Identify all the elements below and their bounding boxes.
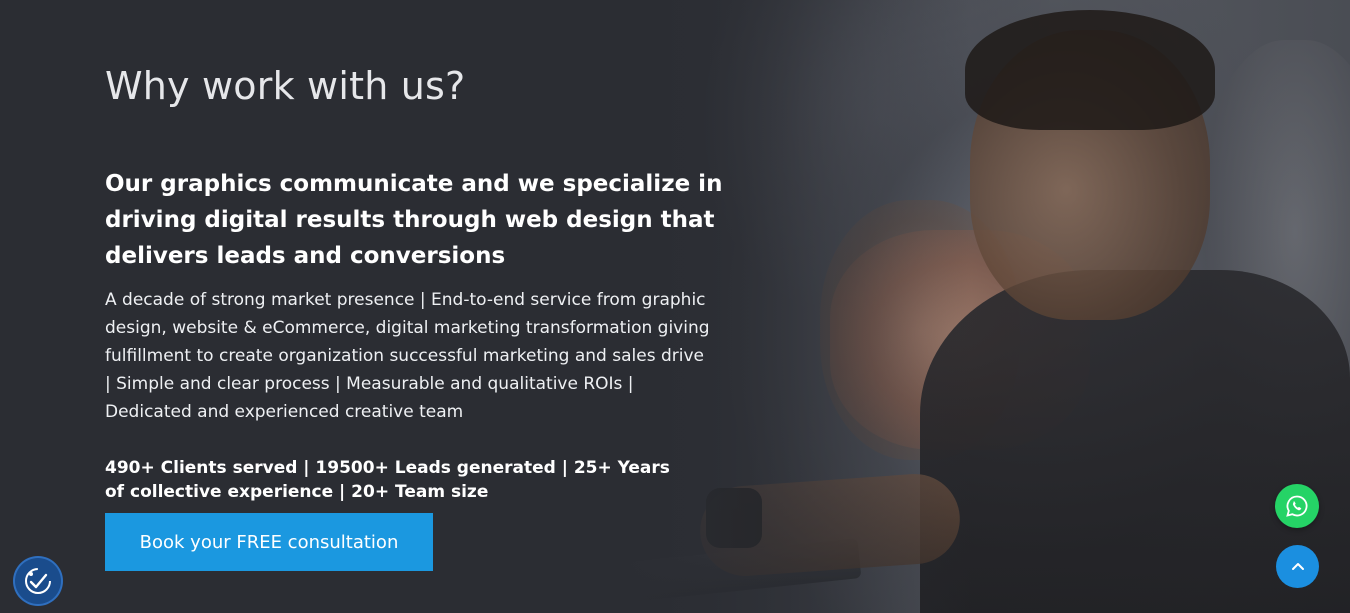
- company-stats: 490+ Clients served | 19500+ Leads gener…: [105, 458, 670, 502]
- chevron-up-icon: [1291, 562, 1304, 570]
- accessibility-check-icon: [25, 568, 51, 594]
- book-consultation-button[interactable]: Book your FREE consultation: [105, 513, 433, 571]
- section-title: Why work with us?: [105, 64, 466, 108]
- whatsapp-chat-button[interactable]: [1275, 484, 1319, 528]
- section-description: A decade of strong market presence | End…: [105, 290, 710, 422]
- accessibility-widget-button[interactable]: [15, 558, 61, 604]
- whatsapp-icon: [1286, 495, 1308, 517]
- section-subheading: Our graphics communicate and we speciali…: [105, 171, 723, 269]
- scroll-to-top-button[interactable]: [1276, 545, 1319, 588]
